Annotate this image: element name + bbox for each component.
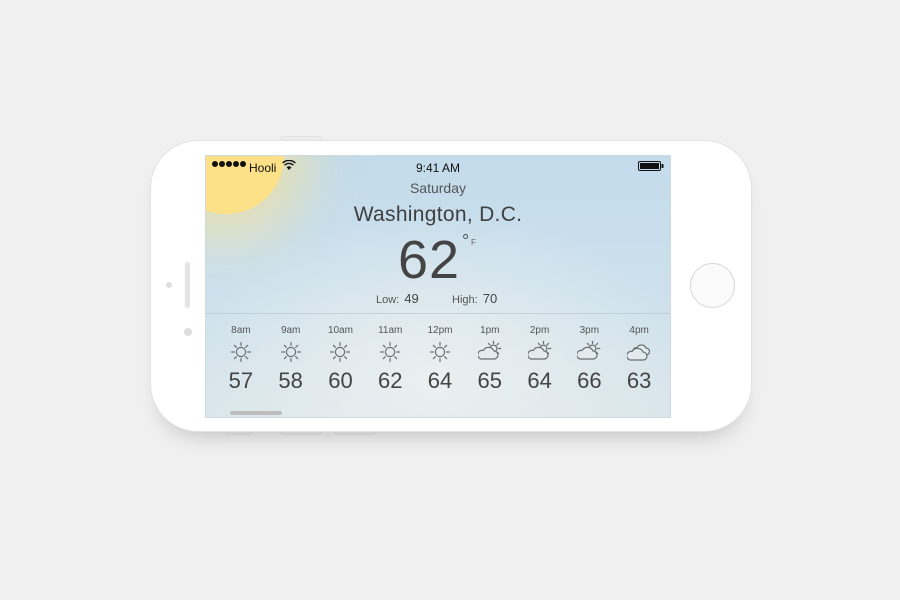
weather-app-screen: Hooli 9:41 AM Saturday Washington, D.C. … xyxy=(205,155,671,418)
partly-cloudy-icon xyxy=(564,340,614,364)
battery-icon xyxy=(638,161,664,171)
front-camera xyxy=(184,328,192,336)
hour-forecast-item: 10am 60 xyxy=(316,324,366,394)
hour-temperature: 58 xyxy=(278,368,303,393)
sun-icon xyxy=(216,340,266,364)
low-temperature: Low: 49 xyxy=(376,291,419,306)
hour-time: 12pm xyxy=(427,325,453,336)
hour-forecast-item: 9am 58 xyxy=(266,324,316,394)
low-label: Low: xyxy=(376,294,400,306)
degree-symbol: ° xyxy=(462,231,470,251)
hour-time: 2pm xyxy=(529,325,550,336)
sun-icon xyxy=(365,340,415,364)
sun-icon xyxy=(316,340,366,364)
partly-cloudy-icon xyxy=(465,340,515,364)
hour-time: 1pm xyxy=(480,325,500,336)
hour-temperature: 64 xyxy=(527,368,552,393)
hour-temperature: 64 xyxy=(427,368,453,393)
home-button[interactable] xyxy=(690,263,735,308)
sun-icon xyxy=(266,340,316,364)
hour-forecast-item: 12pm 64 xyxy=(415,324,465,394)
cloudy-icon xyxy=(614,340,664,364)
earpiece-speaker xyxy=(185,262,190,308)
high-label: High: xyxy=(452,294,478,306)
hour-forecast-item: 3pm 66 xyxy=(564,324,614,394)
status-time: 9:41 AM xyxy=(415,161,461,175)
sun-icon xyxy=(415,340,465,364)
hour-temperature: 63 xyxy=(626,368,652,393)
status-bar: Hooli 9:41 AM xyxy=(206,156,670,178)
hour-forecast-item: 1pm 65 xyxy=(465,324,515,394)
hour-temperature: 62 xyxy=(377,368,403,393)
hour-forecast-item: 8am 57 xyxy=(216,324,266,394)
hour-forecast-item: 2pm 64 xyxy=(515,324,565,394)
temperature-unit: F xyxy=(471,238,476,247)
partly-cloudy-icon xyxy=(515,340,565,364)
high-temperature: High: 70 xyxy=(452,291,497,306)
hour-temperature: 65 xyxy=(477,368,503,393)
high-value: 70 xyxy=(482,291,498,306)
hour-time: 8am xyxy=(231,325,251,336)
hour-time: 11am xyxy=(378,325,403,336)
hour-temperature: 66 xyxy=(577,368,602,393)
hour-temperature: 60 xyxy=(328,368,353,393)
hour-time: 10am xyxy=(327,325,353,336)
day-label: Saturday xyxy=(409,180,467,196)
hour-time: 3pm xyxy=(579,325,600,336)
scroll-indicator[interactable] xyxy=(230,411,282,415)
hour-forecast-item: 4pm 63 xyxy=(614,324,664,394)
hour-time: 9am xyxy=(280,325,301,336)
hour-temperature: 57 xyxy=(228,368,254,393)
low-value: 49 xyxy=(404,291,419,306)
current-temperature: 62 xyxy=(398,230,461,290)
hour-forecast-item: 11am 62 xyxy=(365,324,415,394)
proximity-sensor xyxy=(166,282,172,288)
hour-time: 4pm xyxy=(629,325,649,336)
divider xyxy=(206,313,670,314)
city-name: Washington, D.C. xyxy=(353,203,523,226)
hourly-forecast[interactable]: 8am 57 9am 58 10am 60 11am 62 12pm 64 1p… xyxy=(216,324,664,394)
